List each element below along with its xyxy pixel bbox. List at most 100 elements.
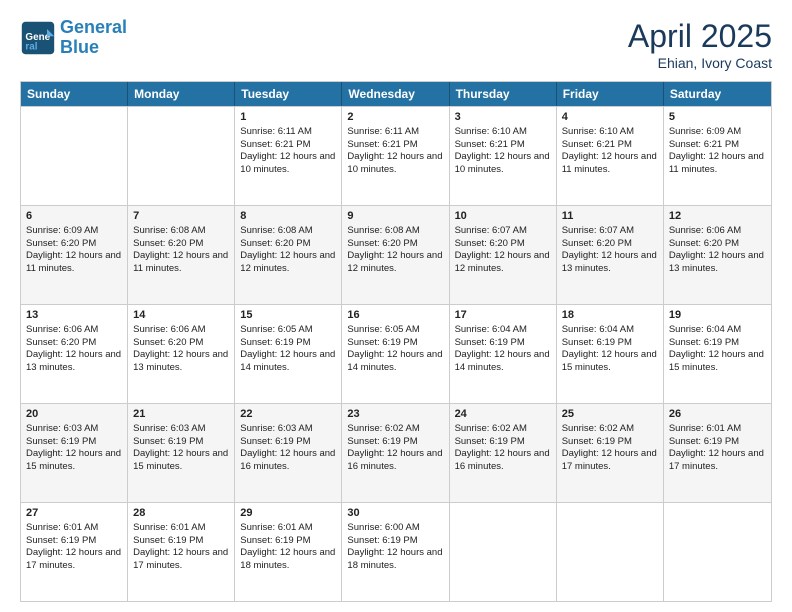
sunset-text: Sunset: 6:19 PM xyxy=(455,337,525,348)
sunset-text: Sunset: 6:19 PM xyxy=(562,436,632,447)
sunrise-text: Sunrise: 6:07 AM xyxy=(455,225,527,236)
sunset-text: Sunset: 6:20 PM xyxy=(26,337,96,348)
day-number: 21 xyxy=(133,407,229,422)
calendar-cell xyxy=(664,503,771,601)
day-number: 23 xyxy=(347,407,443,422)
sunset-text: Sunset: 6:19 PM xyxy=(240,337,310,348)
calendar-body: 1Sunrise: 6:11 AMSunset: 6:21 PMDaylight… xyxy=(21,106,771,601)
calendar-cell: 30Sunrise: 6:00 AMSunset: 6:19 PMDayligh… xyxy=(342,503,449,601)
sunrise-text: Sunrise: 6:11 AM xyxy=(347,126,419,137)
logo: Gene ral General Blue xyxy=(20,18,127,58)
daylight-text: Daylight: 12 hours and 14 minutes. xyxy=(347,349,442,373)
daylight-text: Daylight: 12 hours and 17 minutes. xyxy=(669,448,764,472)
day-number: 27 xyxy=(26,506,122,521)
daylight-text: Daylight: 12 hours and 15 minutes. xyxy=(133,448,228,472)
month-title: April 2025 xyxy=(628,18,772,55)
sunrise-text: Sunrise: 6:05 AM xyxy=(347,324,419,335)
sunrise-text: Sunrise: 6:01 AM xyxy=(26,522,98,533)
day-number: 14 xyxy=(133,308,229,323)
daylight-text: Daylight: 12 hours and 10 minutes. xyxy=(347,151,442,175)
daylight-text: Daylight: 12 hours and 17 minutes. xyxy=(26,547,121,571)
calendar-cell: 9Sunrise: 6:08 AMSunset: 6:20 PMDaylight… xyxy=(342,206,449,304)
calendar-cell: 20Sunrise: 6:03 AMSunset: 6:19 PMDayligh… xyxy=(21,404,128,502)
logo-line2: Blue xyxy=(60,37,99,57)
calendar-cell: 1Sunrise: 6:11 AMSunset: 6:21 PMDaylight… xyxy=(235,107,342,205)
calendar-cell: 7Sunrise: 6:08 AMSunset: 6:20 PMDaylight… xyxy=(128,206,235,304)
calendar-cell xyxy=(450,503,557,601)
sunrise-text: Sunrise: 6:07 AM xyxy=(562,225,634,236)
day-number: 22 xyxy=(240,407,336,422)
calendar-cell: 3Sunrise: 6:10 AMSunset: 6:21 PMDaylight… xyxy=(450,107,557,205)
day-number: 29 xyxy=(240,506,336,521)
sunset-text: Sunset: 6:19 PM xyxy=(26,535,96,546)
calendar-cell: 17Sunrise: 6:04 AMSunset: 6:19 PMDayligh… xyxy=(450,305,557,403)
calendar-cell: 12Sunrise: 6:06 AMSunset: 6:20 PMDayligh… xyxy=(664,206,771,304)
sunrise-text: Sunrise: 6:01 AM xyxy=(133,522,205,533)
day-number: 25 xyxy=(562,407,658,422)
sunrise-text: Sunrise: 6:06 AM xyxy=(133,324,205,335)
daylight-text: Daylight: 12 hours and 15 minutes. xyxy=(26,448,121,472)
calendar-cell: 21Sunrise: 6:03 AM Sunset: 6:19 PMDayligh… xyxy=(128,404,235,502)
day-number: 18 xyxy=(562,308,658,323)
daylight-text: Daylight: 12 hours and 10 minutes. xyxy=(240,151,335,175)
logo-icon: Gene ral xyxy=(20,20,56,56)
cal-header-cell-friday: Friday xyxy=(557,82,664,106)
day-number: 7 xyxy=(133,209,229,224)
sunrise-text: Sunrise: 6:02 AM xyxy=(562,423,634,434)
calendar-cell: 24Sunrise: 6:02 AMSunset: 6:19 PMDayligh… xyxy=(450,404,557,502)
svg-text:ral: ral xyxy=(25,41,37,52)
calendar-cell: 5Sunrise: 6:09 AMSunset: 6:21 PMDaylight… xyxy=(664,107,771,205)
daylight-text: Daylight: 12 hours and 18 minutes. xyxy=(347,547,442,571)
sunrise-text: Sunrise: 6:08 AM xyxy=(240,225,312,236)
sunrise-text: Sunrise: 6:10 AM xyxy=(455,126,527,137)
sunrise-text: Sunrise: 6:02 AM xyxy=(347,423,419,434)
logo-line1: General xyxy=(60,17,127,37)
sunrise-text: Sunrise: 6:03 AM xyxy=(133,423,205,434)
daylight-text: Daylight: 12 hours and 13 minutes. xyxy=(133,349,228,373)
calendar-cell: 29Sunrise: 6:01 AM Sunset: 6:19 PMDayligh… xyxy=(235,503,342,601)
sunset-text: Sunset: 6:19 PM xyxy=(133,436,203,447)
sunset-text: Sunset: 6:19 PM xyxy=(240,535,310,546)
calendar-cell: 2Sunrise: 6:11 AMSunset: 6:21 PMDaylight… xyxy=(342,107,449,205)
calendar-header-row: SundayMondayTuesdayWednesdayThursdayFrid… xyxy=(21,82,771,106)
calendar-week-2: 13Sunrise: 6:06 AMSunset: 6:20 PMDayligh… xyxy=(21,304,771,403)
daylight-text: Daylight: 12 hours and 18 minutes. xyxy=(240,547,335,571)
sunrise-text: Sunrise: 6:00 AM xyxy=(347,522,419,533)
day-number: 13 xyxy=(26,308,122,323)
sunrise-text: Sunrise: 6:09 AM xyxy=(669,126,741,137)
calendar-cell xyxy=(128,107,235,205)
sunset-text: Sunset: 6:20 PM xyxy=(455,238,525,249)
day-number: 20 xyxy=(26,407,122,422)
sunset-text: Sunset: 6:21 PM xyxy=(669,139,739,150)
calendar-cell: 23Sunrise: 6:02 AMSunset: 6:19 PMDayligh… xyxy=(342,404,449,502)
sunrise-text: Sunrise: 6:08 AM xyxy=(133,225,205,236)
calendar-cell: 18Sunrise: 6:04 AMSunset: 6:19 PMDayligh… xyxy=(557,305,664,403)
day-number: 5 xyxy=(669,110,766,125)
day-number: 15 xyxy=(240,308,336,323)
day-number: 26 xyxy=(669,407,766,422)
calendar-cell: 10Sunrise: 6:07 AMSunset: 6:20 PMDayligh… xyxy=(450,206,557,304)
sunset-text: Sunset: 6:19 PM xyxy=(26,436,96,447)
calendar-cell: 26Sunrise: 6:01 AMSunset: 6:19 PMDayligh… xyxy=(664,404,771,502)
sunset-text: Sunset: 6:21 PM xyxy=(562,139,632,150)
sunrise-text: Sunrise: 6:09 AM xyxy=(26,225,98,236)
sunset-text: Sunset: 6:20 PM xyxy=(562,238,632,249)
daylight-text: Daylight: 12 hours and 12 minutes. xyxy=(455,250,550,274)
daylight-text: Daylight: 12 hours and 15 minutes. xyxy=(562,349,657,373)
daylight-text: Daylight: 12 hours and 10 minutes. xyxy=(455,151,550,175)
daylight-text: Daylight: 12 hours and 12 minutes. xyxy=(347,250,442,274)
daylight-text: Daylight: 12 hours and 16 minutes. xyxy=(455,448,550,472)
sunset-text: Sunset: 6:19 PM xyxy=(669,436,739,447)
daylight-text: Daylight: 12 hours and 17 minutes. xyxy=(562,448,657,472)
day-number: 4 xyxy=(562,110,658,125)
daylight-text: Daylight: 12 hours and 11 minutes. xyxy=(562,151,657,175)
cal-header-cell-thursday: Thursday xyxy=(450,82,557,106)
sunset-text: Sunset: 6:19 PM xyxy=(240,436,310,447)
sunrise-text: Sunrise: 6:06 AM xyxy=(26,324,98,335)
calendar-week-4: 27Sunrise: 6:01 AMSunset: 6:19 PMDayligh… xyxy=(21,502,771,601)
sunrise-text: Sunrise: 6:04 AM xyxy=(669,324,741,335)
sunset-text: Sunset: 6:19 PM xyxy=(347,535,417,546)
sunrise-text: Sunrise: 6:01 AM xyxy=(240,522,312,533)
day-number: 8 xyxy=(240,209,336,224)
cal-header-cell-wednesday: Wednesday xyxy=(342,82,449,106)
